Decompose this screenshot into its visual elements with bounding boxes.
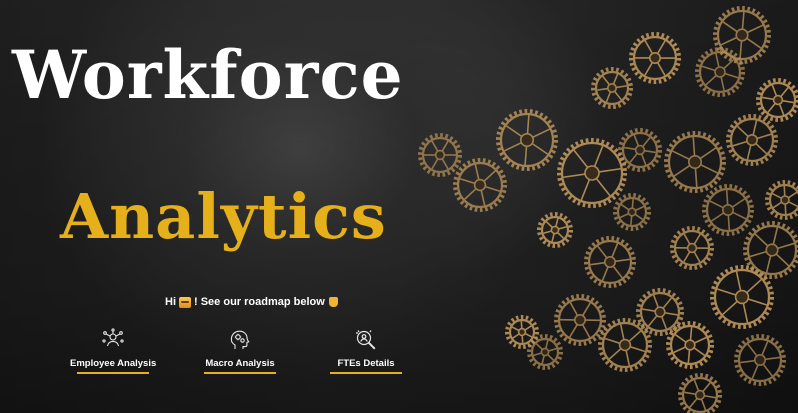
nav-label-macro: Macro Analysis	[205, 358, 275, 369]
gear-icon	[618, 128, 662, 172]
nav-employee-analysis[interactable]: Employee Analysis	[70, 328, 156, 374]
hero-banner: Workforce Analytics Hi ! See our roadmap…	[0, 0, 798, 413]
pointing-hand-icon	[328, 297, 338, 307]
gear-icon	[678, 373, 722, 413]
gear-icon	[734, 334, 786, 386]
nav-macro-analysis[interactable]: Macro Analysis	[204, 328, 276, 374]
gear-icon	[670, 226, 714, 270]
emoji-icon	[179, 296, 191, 308]
gear-icon	[756, 78, 798, 122]
gear-icon	[765, 180, 798, 220]
gear-icon	[713, 6, 771, 64]
gear-icon	[418, 133, 462, 177]
gear-icon	[702, 184, 754, 236]
gear-icon	[584, 236, 636, 288]
gear-icon	[554, 294, 606, 346]
brain-gears-icon	[230, 330, 250, 349]
people-network-icon	[102, 328, 124, 347]
nav-ftes-details[interactable]: FTEs Details	[330, 328, 402, 374]
gear-icon	[695, 47, 745, 97]
gear-icon	[726, 114, 778, 166]
nav-underline	[77, 372, 150, 374]
gear-icon	[591, 67, 633, 109]
gear-icon	[453, 158, 507, 212]
gear-icon	[598, 318, 652, 372]
gear-icon	[613, 193, 651, 231]
title-workforce: Workforce	[12, 36, 404, 114]
nav-underline	[330, 372, 402, 374]
nav-label-ftes: FTEs Details	[337, 358, 395, 369]
gear-icon	[537, 212, 573, 248]
gear-icon	[527, 334, 563, 370]
title-analytics: Analytics	[60, 180, 387, 253]
nav-underline	[204, 372, 276, 374]
gear-icon	[557, 138, 627, 208]
gear-icon	[666, 321, 714, 369]
nav-label-employee: Employee Analysis	[70, 358, 157, 369]
greeting-hi: Hi	[165, 296, 176, 308]
greeting-text: Hi ! See our roadmap below	[165, 296, 338, 308]
gear-icon	[710, 265, 774, 329]
greeting-roadmap: ! See our roadmap below	[194, 296, 325, 308]
gear-icon	[629, 32, 681, 84]
gear-icon	[496, 109, 558, 171]
magnifier-person-icon	[356, 330, 376, 350]
gear-icon	[664, 131, 726, 193]
